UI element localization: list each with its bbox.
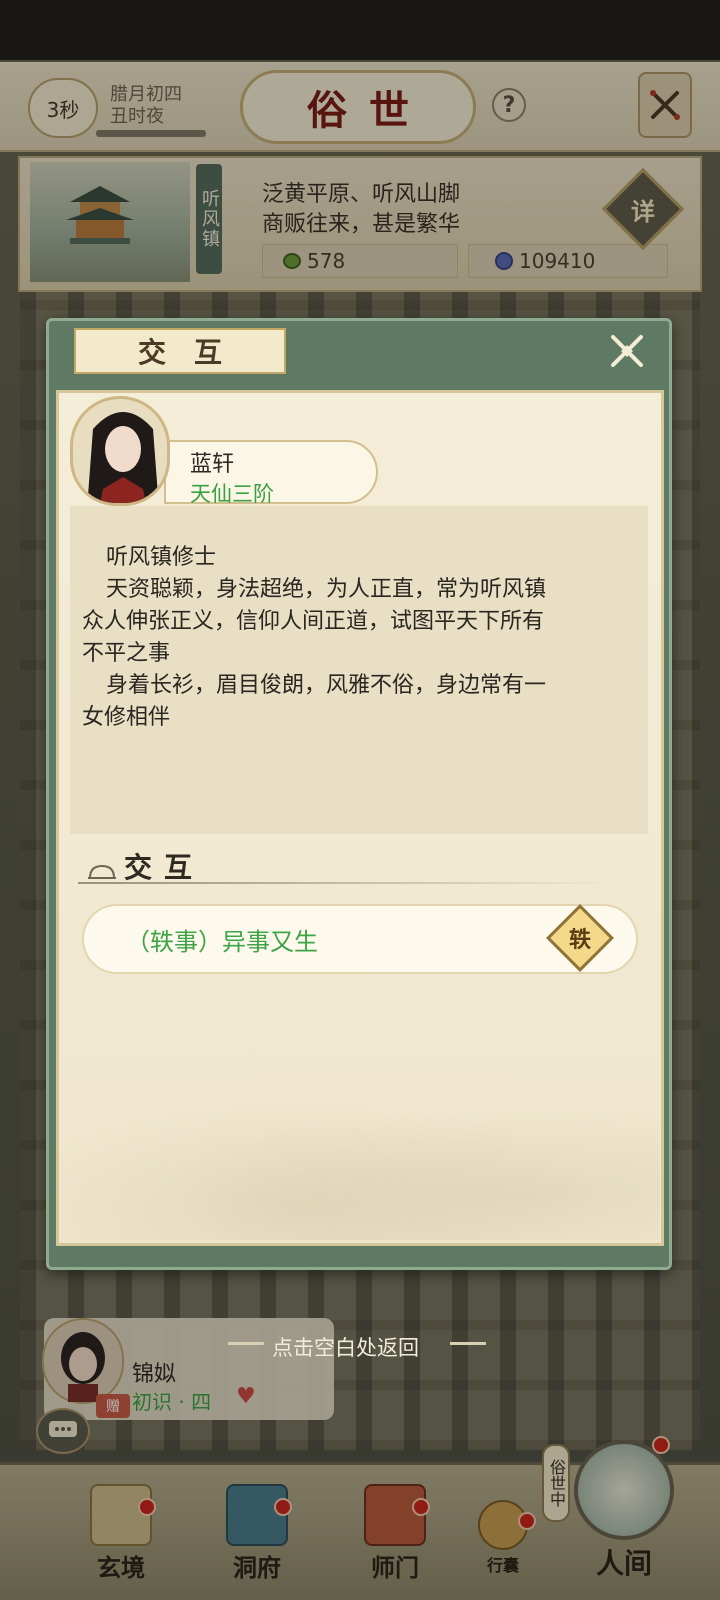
modal-title-plaque: 交互 bbox=[74, 328, 286, 374]
interaction-option-label[interactable]: （轶事）异事又生 bbox=[126, 922, 318, 957]
description-title: 听风镇修士 bbox=[106, 545, 217, 570]
hint-ornament bbox=[228, 1342, 264, 1345]
section-divider bbox=[78, 882, 618, 884]
character-avatar bbox=[70, 396, 170, 506]
close-icon bbox=[611, 335, 643, 367]
modal-title: 交互 bbox=[137, 336, 250, 369]
return-hint: 点击空白处返回 bbox=[272, 1336, 419, 1360]
modal-close-button[interactable] bbox=[606, 330, 648, 372]
character-portrait-icon bbox=[87, 412, 159, 503]
character-rank: 天仙三阶 bbox=[190, 482, 274, 506]
interaction-section-title: 交互 bbox=[124, 851, 205, 884]
cloud-ornament-icon bbox=[88, 864, 116, 879]
hint-ornament bbox=[450, 1342, 486, 1345]
description-text: 身着长衫，眉目俊朗，风雅不俗，身边常有一 bbox=[106, 673, 547, 698]
description-text: 不平之事 bbox=[82, 641, 171, 666]
description-text: 众人伸张正义，信仰人间正道，试图平天下所有 bbox=[82, 609, 545, 634]
mountain-mist-decoration bbox=[60, 1080, 660, 1240]
description-text: 天资聪颖，身法超绝，为人正直，常为听风镇 bbox=[106, 577, 547, 602]
description-text: 女修相伴 bbox=[82, 705, 171, 730]
character-name: 蓝轩 bbox=[190, 452, 235, 477]
anecdote-badge-label: 轶 bbox=[568, 928, 591, 953]
